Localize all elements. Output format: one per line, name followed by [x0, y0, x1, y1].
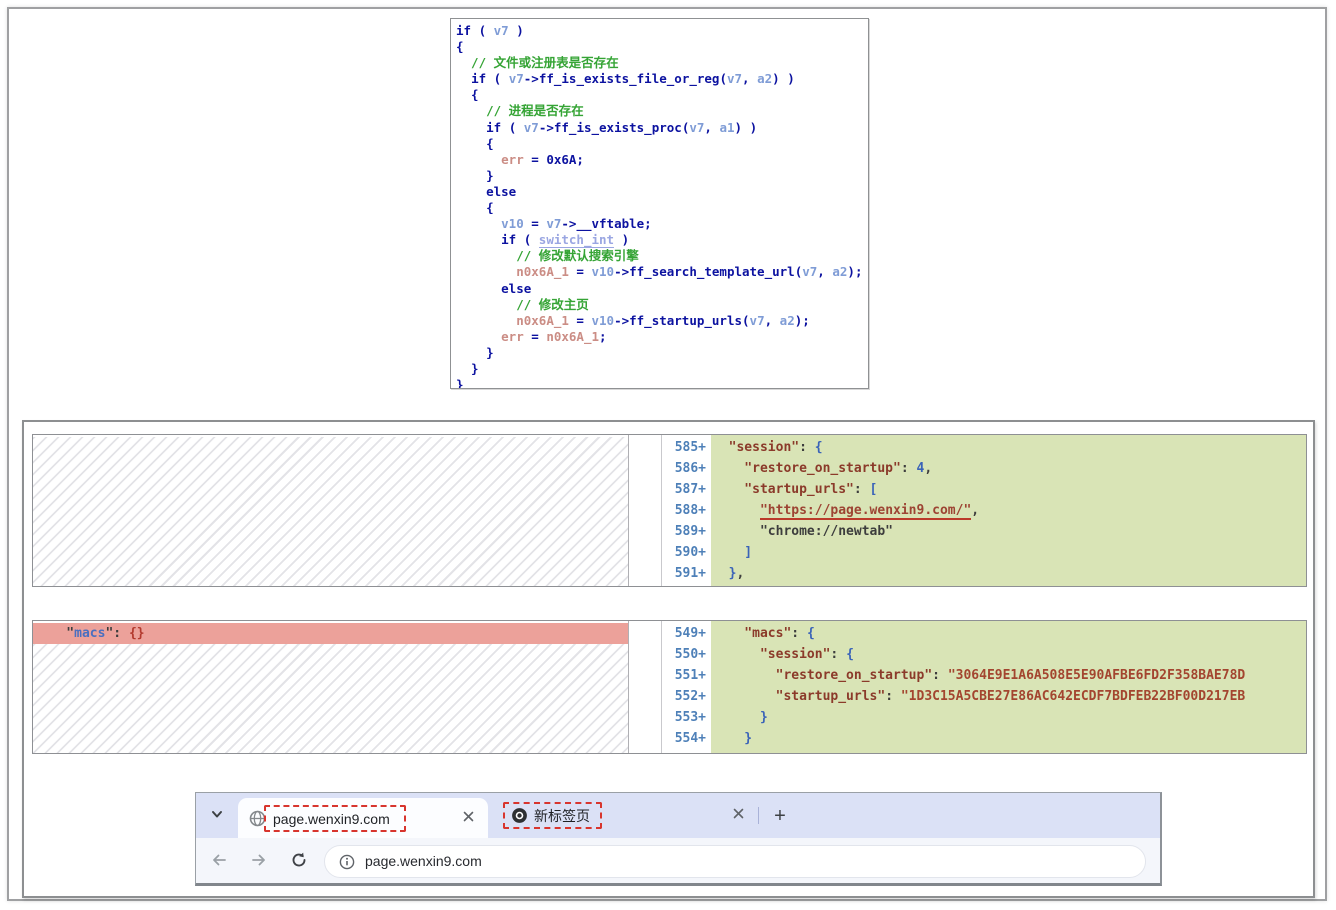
- code-line: n0x6A_1 = v10->ff_startup_urls(v7, a2);: [456, 313, 866, 329]
- diff-added-row: "chrome://newtab": [711, 521, 1306, 542]
- line-number: 551+: [662, 665, 711, 686]
- code-line: if ( v7->ff_is_exists_proc(v7, a1) ): [456, 120, 866, 136]
- reload-button[interactable]: [288, 851, 310, 873]
- screenshot-canvas: if ( v7 ){ // 文件或注册表是否存在 if ( v7->ff_is_…: [0, 0, 1336, 910]
- diff-added-row: },: [711, 563, 1306, 584]
- empty-hatch-area: [33, 644, 628, 753]
- new-tab-button[interactable]: +: [768, 804, 792, 828]
- diff-pane-spacer: [629, 435, 661, 586]
- forward-button[interactable]: [248, 851, 270, 873]
- code-line: v10 = v7->__vftable;: [456, 216, 866, 232]
- tab-strip: page.wenxin9.com: [196, 793, 1160, 838]
- code-line: // 文件或注册表是否存在: [456, 55, 866, 71]
- code-line: err = n0x6A_1;: [456, 329, 866, 345]
- line-number: 553+: [662, 707, 711, 728]
- code-line: if ( v7->ff_is_exists_file_or_reg(v7, a2…: [456, 71, 866, 87]
- tab-search-button[interactable]: [206, 805, 228, 827]
- back-arrow-icon: [210, 851, 228, 874]
- diff-added-row: "session": {: [711, 437, 1306, 458]
- diff-right-pane: "macs": { "session": { "restore_on_start…: [711, 621, 1306, 753]
- line-number: 550+: [662, 644, 711, 665]
- tab-active[interactable]: page.wenxin9.com: [238, 798, 488, 838]
- back-button[interactable]: [208, 851, 230, 873]
- diff-added-row: ]: [711, 542, 1306, 563]
- diff-added-row: "https://page.wenxin9.com/",: [711, 500, 1306, 521]
- line-number: 586+: [662, 458, 711, 479]
- evidence-container: 585+586+587+588+589+590+591+ "session": …: [22, 420, 1315, 898]
- diff-block-session: 585+586+587+588+589+590+591+ "session": …: [32, 434, 1307, 587]
- diff-block-macs: "macs": {} 549+550+551+552+553+554+ "mac…: [32, 620, 1307, 754]
- diff-right-pane: "session": { "restore_on_startup": 4, "s…: [711, 435, 1306, 586]
- code-line: if ( v7 ): [456, 23, 866, 39]
- browser-toolbar: page.wenxin9.com: [196, 838, 1160, 883]
- tab-close-button[interactable]: [460, 810, 476, 826]
- code-line: }: [456, 377, 866, 389]
- code-line: {: [456, 39, 866, 55]
- line-number: 554+: [662, 728, 711, 749]
- diff-added-row: "startup_urls": [: [711, 479, 1306, 500]
- code-line: {: [456, 87, 866, 103]
- line-number: 589+: [662, 521, 711, 542]
- line-number: 585+: [662, 437, 711, 458]
- diff-removed-row: "macs": {}: [33, 623, 628, 644]
- info-icon[interactable]: [338, 853, 355, 870]
- diff-pane-spacer: [629, 621, 661, 753]
- line-number: 549+: [662, 623, 711, 644]
- diff-added-row: "restore_on_startup": 4,: [711, 458, 1306, 479]
- line-number: 588+: [662, 500, 711, 521]
- chevron-down-icon: [210, 807, 224, 826]
- empty-hatch-area: [33, 437, 628, 586]
- diff-added-row: }: [711, 728, 1306, 749]
- code-line: // 进程是否存在: [456, 103, 866, 119]
- code-line: // 修改默认搜索引擎: [456, 248, 866, 264]
- forward-arrow-icon: [250, 851, 268, 874]
- code-line: {: [456, 200, 866, 216]
- code-line: err = 0x6A;: [456, 152, 866, 168]
- new-tab-favicon-icon: [510, 807, 528, 825]
- reload-icon: [290, 851, 308, 874]
- plus-icon: +: [774, 805, 786, 828]
- diff-left-pane: "macs": {}: [33, 621, 629, 753]
- address-bar[interactable]: page.wenxin9.com: [324, 845, 1146, 878]
- diff-added-row: "session": {: [711, 644, 1306, 665]
- line-number: 587+: [662, 479, 711, 500]
- close-icon: [463, 809, 474, 827]
- browser-window: page.wenxin9.com: [195, 792, 1162, 886]
- diff-line-number-gutter: 585+586+587+588+589+590+591+: [661, 435, 711, 586]
- annotation-box-active-tab-title: page.wenxin9.com: [264, 805, 406, 832]
- tab-close-button[interactable]: [730, 807, 746, 823]
- line-number: 590+: [662, 542, 711, 563]
- diff-line-number-gutter: 549+550+551+552+553+554+: [661, 621, 711, 753]
- tab-title: page.wenxin9.com: [273, 811, 390, 827]
- diff-added-row: "macs": {: [711, 623, 1306, 644]
- code-line: }: [456, 345, 866, 361]
- code-line: if ( switch_int ): [456, 232, 866, 248]
- close-icon: [733, 806, 744, 824]
- pseudocode-panel: if ( v7 ){ // 文件或注册表是否存在 if ( v7->ff_is_…: [450, 18, 869, 389]
- line-number: 591+: [662, 563, 711, 584]
- diff-added-row: "restore_on_startup": "3064E9E1A6A508E5E…: [711, 665, 1306, 686]
- code-line: // 修改主页: [456, 297, 866, 313]
- address-text[interactable]: page.wenxin9.com: [365, 846, 482, 877]
- diff-added-row: "startup_urls": "1D3C15A5CBE27E86AC642EC…: [711, 686, 1306, 707]
- diff-added-row: }: [711, 707, 1306, 728]
- code-line: {: [456, 136, 866, 152]
- tab-title[interactable]: 新标签页: [534, 806, 590, 826]
- tab-divider: [758, 807, 759, 824]
- code-line: }: [456, 361, 866, 377]
- code-line: n0x6A_1 = v10->ff_search_template_url(v7…: [456, 264, 866, 280]
- code-line: else: [456, 184, 866, 200]
- code-line: }: [456, 168, 866, 184]
- line-number: 552+: [662, 686, 711, 707]
- diff-left-pane: [33, 435, 629, 586]
- annotation-box-newtab-title: 新标签页: [503, 802, 602, 829]
- code-line: else: [456, 281, 866, 297]
